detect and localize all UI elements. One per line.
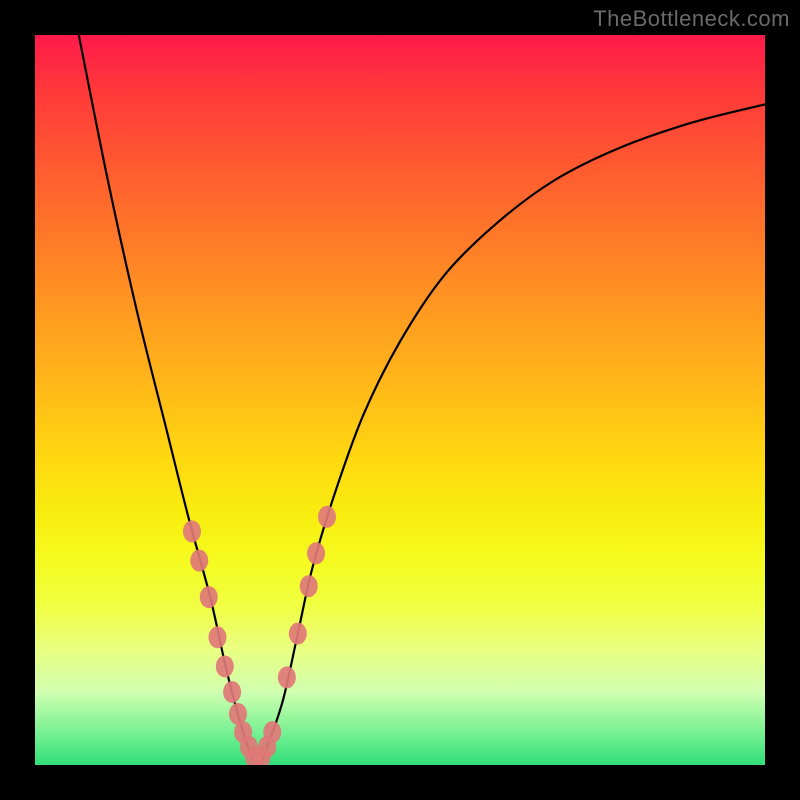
marker-dot	[289, 623, 307, 645]
marker-group	[183, 506, 336, 765]
marker-dot	[216, 655, 234, 677]
watermark-text: TheBottleneck.com	[593, 6, 790, 32]
marker-dot	[318, 506, 336, 528]
marker-dot	[307, 542, 325, 564]
chart-frame: TheBottleneck.com	[0, 0, 800, 800]
marker-dot	[183, 520, 201, 542]
marker-dot	[263, 721, 281, 743]
chart-svg	[35, 35, 765, 765]
marker-dot	[300, 575, 318, 597]
marker-dot	[190, 550, 208, 572]
plot-area	[35, 35, 765, 765]
marker-dot	[278, 666, 296, 688]
marker-dot	[209, 626, 227, 648]
bottleneck-curve-path	[79, 35, 765, 764]
marker-dot	[200, 586, 218, 608]
marker-dot	[223, 681, 241, 703]
